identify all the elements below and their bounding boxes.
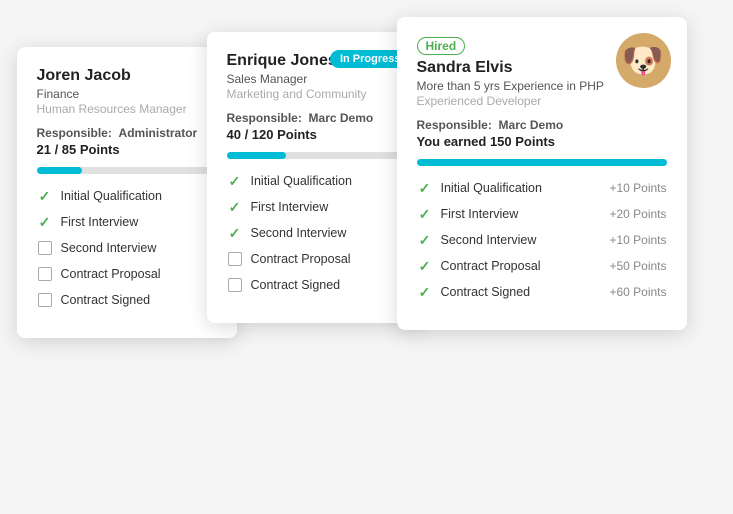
checklist-label: First Interview [251,200,329,214]
check-done-icon: ✓ [417,180,433,196]
list-item: ✓ Second Interview [227,225,407,241]
check-empty-icon [37,292,53,308]
check-done-icon: ✓ [227,225,243,241]
avatar-icon: 🐶 [622,41,664,81]
card2-checklist: ✓ Initial Qualification ✓ First Intervie… [227,173,407,293]
card1-responsible: Responsible: Administrator [37,126,217,140]
card-enrique: In Progress Enrique Jones Sales Manager … [207,32,427,323]
card2-points: 40 / 120 Points [227,127,407,142]
check-done-icon: ✓ [417,258,433,274]
item-left: ✓ Second Interview [417,232,537,248]
list-item: Contract Signed [227,277,407,293]
card3-progress-bg [417,159,667,166]
list-item: Second Interview [37,240,217,256]
checklist-label: Second Interview [251,226,347,240]
list-item: Contract Proposal [227,251,407,267]
check-done-icon: ✓ [417,206,433,222]
card1-points: 21 / 85 Points [37,142,217,157]
checklist-label: Contract Signed [441,285,531,299]
checklist-label: Contract Proposal [251,252,351,266]
checklist-label: First Interview [61,215,139,229]
checklist-label: Initial Qualification [251,174,352,188]
card2-responsible-name: Marc Demo [309,111,374,125]
avatar: 🐶 [616,33,671,88]
card2-dept: Marketing and Community [227,87,407,101]
check-empty-icon [37,266,53,282]
card1-progress-fill [37,167,82,174]
list-item: ✓ Contract Signed +60 Points [417,284,667,300]
list-item: ✓ Initial Qualification [227,173,407,189]
list-item: ✓ Initial Qualification [37,188,217,204]
list-item: ✓ First Interview +20 Points [417,206,667,222]
checklist-label: Initial Qualification [441,181,542,195]
points-earned: +50 Points [609,259,666,273]
checklist-label: Contract Signed [251,278,341,292]
checklist-label: Initial Qualification [61,189,162,203]
check-empty-icon [37,240,53,256]
list-item: Contract Proposal [37,266,217,282]
card3-subdept: Experienced Developer [417,94,667,108]
checklist-label: Contract Proposal [61,267,161,281]
checklist-label: Contract Signed [61,293,151,307]
item-left: ✓ Contract Proposal [417,258,541,274]
checklist-label: Second Interview [441,233,537,247]
cards-container: Joren Jacob Finance Human Resources Mana… [17,17,717,497]
check-done-icon: ✓ [417,232,433,248]
card2-progress-bg [227,152,407,159]
item-left: ✓ First Interview [417,206,519,222]
list-item: ✓ First Interview [227,199,407,215]
checklist-label: Second Interview [61,241,157,255]
card2-responsible-label: Responsible: [227,111,302,125]
list-item: ✓ Initial Qualification +10 Points [417,180,667,196]
check-done-icon: ✓ [37,188,53,204]
points-earned: +10 Points [609,181,666,195]
item-left: ✓ Initial Qualification [417,180,542,196]
card2-title: Sales Manager [227,72,407,86]
card1-responsible-name: Administrator [119,126,198,140]
list-item: Contract Signed [37,292,217,308]
card3-responsible: Responsible: Marc Demo [417,118,667,132]
card1-responsible-label: Responsible: [37,126,112,140]
card-sandra: 🐶 Hired Sandra Elvis More than 5 yrs Exp… [397,17,687,330]
card1-name: Joren Jacob [37,67,217,85]
list-item: ✓ First Interview [37,214,217,230]
points-earned: +10 Points [609,233,666,247]
check-done-icon: ✓ [417,284,433,300]
item-left: ✓ Contract Signed [417,284,531,300]
card3-earned: You earned 150 Points [417,134,667,149]
points-earned: +20 Points [609,207,666,221]
points-earned: +60 Points [609,285,666,299]
card3-checklist: ✓ Initial Qualification +10 Points ✓ Fir… [417,180,667,300]
card1-checklist: ✓ Initial Qualification ✓ First Intervie… [37,188,217,308]
card3-responsible-label: Responsible: [417,118,492,132]
card1-progress-bg [37,167,217,174]
check-done-icon: ✓ [37,214,53,230]
check-empty-icon [227,277,243,293]
list-item: ✓ Contract Proposal +50 Points [417,258,667,274]
card-joren: Joren Jacob Finance Human Resources Mana… [17,47,237,338]
hired-badge: Hired [417,37,466,55]
card1-dept: Human Resources Manager [37,102,217,116]
check-empty-icon [227,251,243,267]
card3-progress-fill [417,159,667,166]
card3-responsible-name: Marc Demo [499,118,564,132]
card2-responsible: Responsible: Marc Demo [227,111,407,125]
check-done-icon: ✓ [227,173,243,189]
list-item: ✓ Second Interview +10 Points [417,232,667,248]
checklist-label: Contract Proposal [441,259,541,273]
card1-title: Finance [37,87,217,101]
check-done-icon: ✓ [227,199,243,215]
card2-progress-fill [227,152,286,159]
checklist-label: First Interview [441,207,519,221]
